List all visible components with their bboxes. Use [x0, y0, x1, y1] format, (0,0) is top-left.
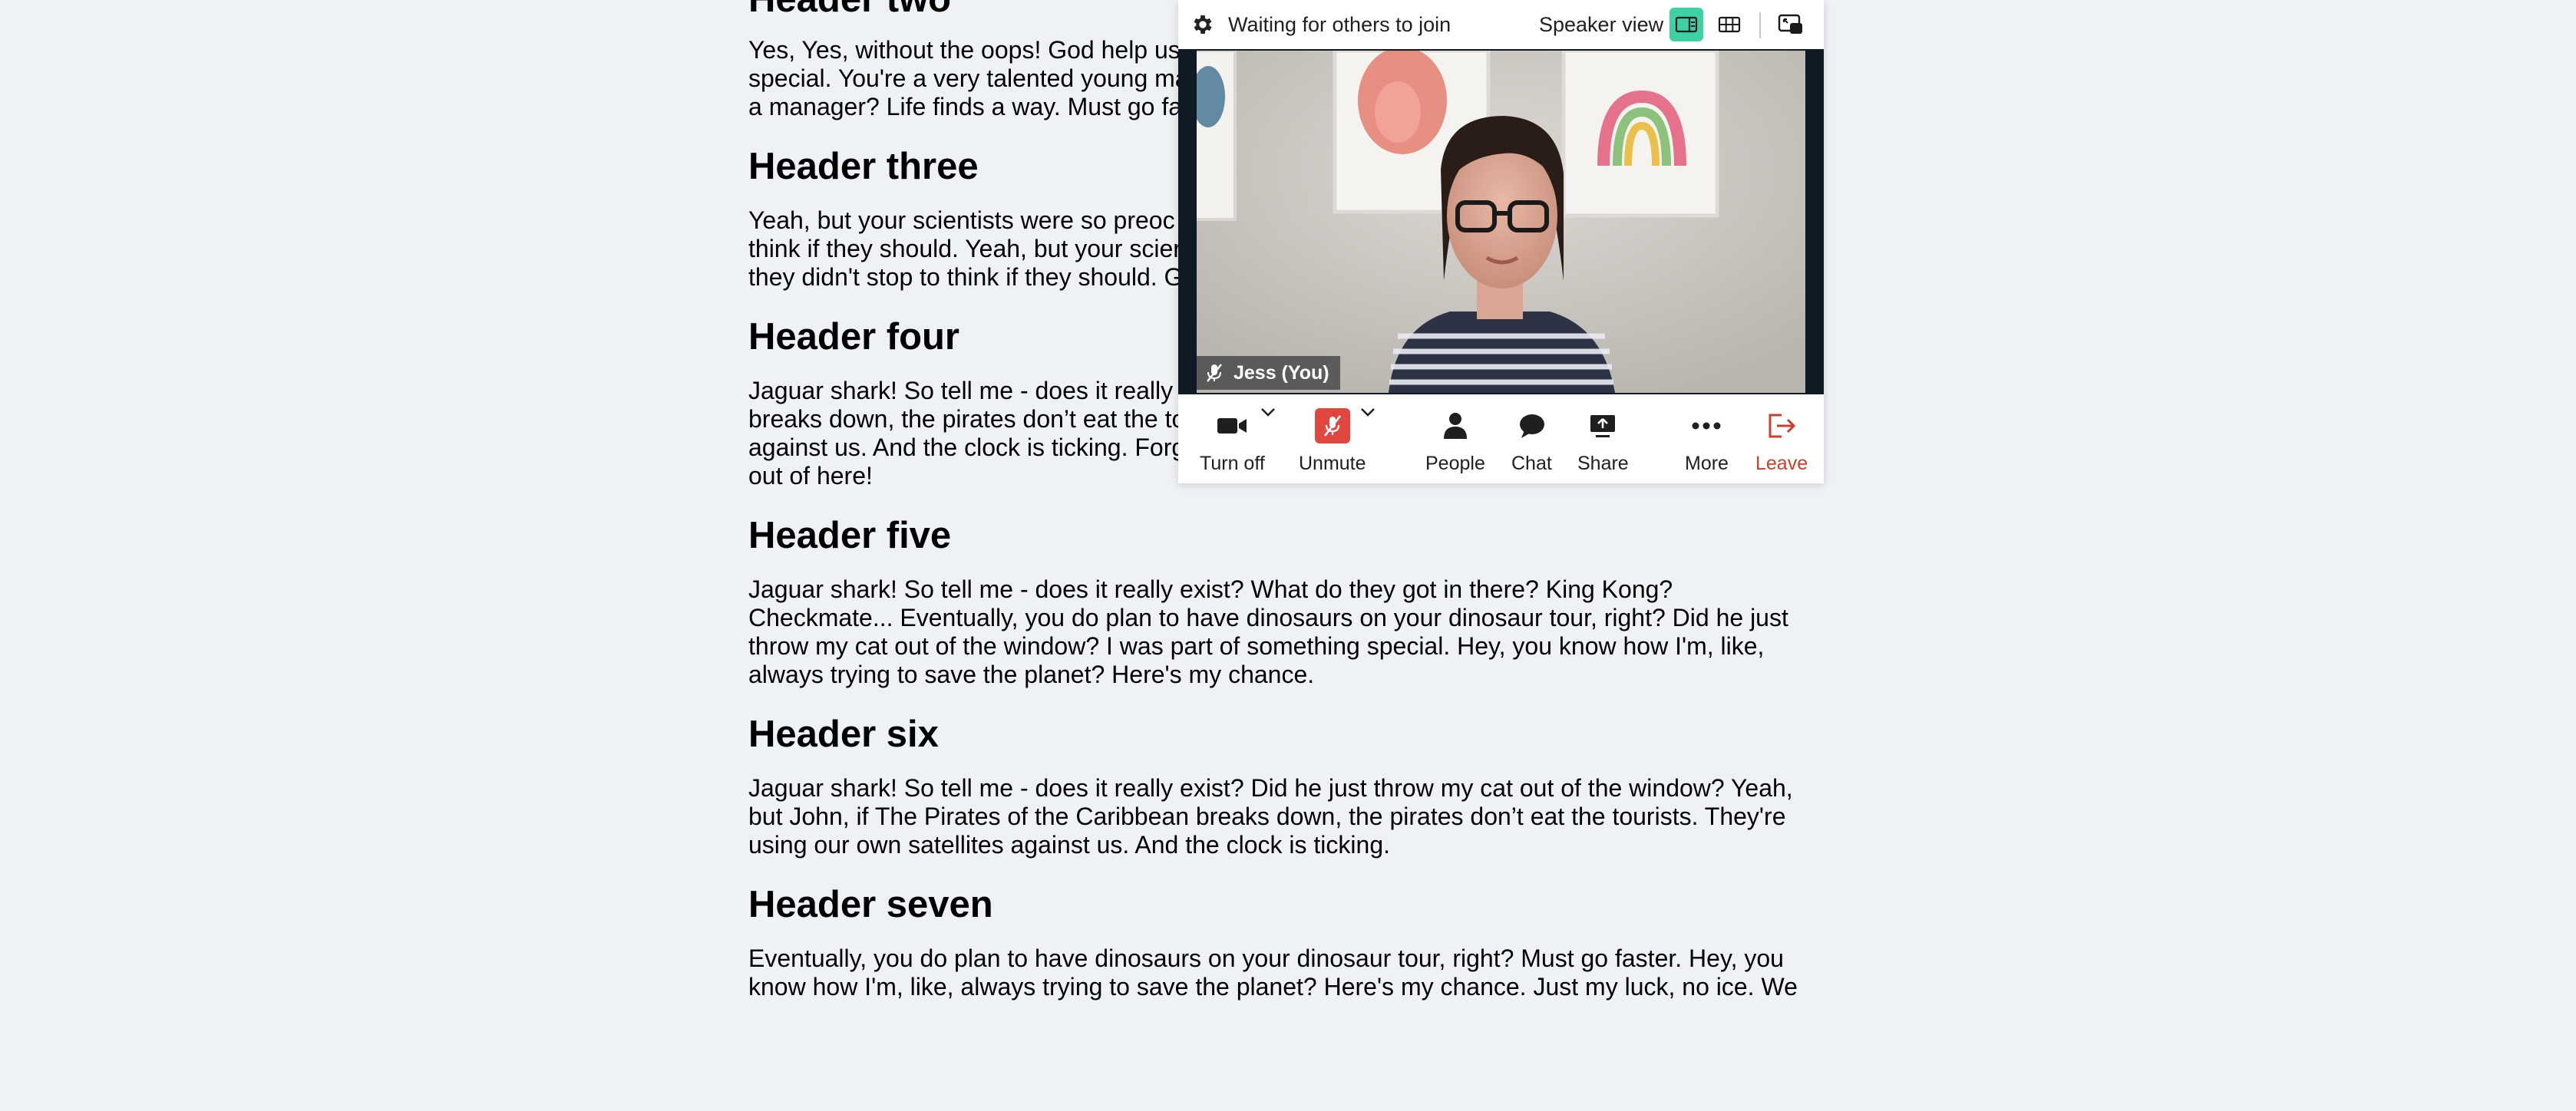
paragraph-line: Yes, Yes, without the oops! God help us — [748, 36, 1181, 64]
video-area: Jess (You) — [1178, 49, 1824, 394]
popout-icon — [1778, 14, 1802, 34]
section-paragraph: Jaguar shark! So tell me - does it reall… — [748, 774, 1823, 859]
settings-button[interactable] — [1191, 12, 1215, 37]
chat-bubble-icon — [1520, 414, 1545, 438]
section-paragraph: Jaguar shark! So tell me - does it reall… — [748, 575, 1823, 689]
camera-options-button[interactable] — [1260, 407, 1276, 421]
paragraph-line: always trying to save the planet? Here's… — [748, 661, 1315, 688]
mic-label: Unmute — [1299, 453, 1366, 474]
unmute-button[interactable]: Unmute — [1299, 405, 1366, 475]
speaker-view-icon — [1675, 16, 1698, 33]
mic-off-indicator — [1314, 408, 1350, 443]
popout-button[interactable] — [1774, 8, 1808, 41]
section-heading: Header six — [748, 714, 939, 755]
share-button[interactable]: Share — [1577, 405, 1629, 475]
grid-view-button[interactable] — [1712, 8, 1746, 41]
paragraph-line: throw my cat out of the window? I was pa… — [748, 632, 1765, 660]
paragraph-line: Jaguar shark! So tell me - does it reall… — [748, 774, 1793, 802]
mic-muted-icon — [1207, 364, 1222, 382]
chevron-down-icon — [1361, 408, 1375, 417]
paragraph-line: using our own satellites against us. And… — [748, 831, 1390, 859]
gear-icon — [1194, 15, 1212, 34]
paragraph-line: know how I'm, like, always trying to sav… — [748, 973, 1798, 1001]
section-heading: Header seven — [748, 884, 993, 925]
leave-button[interactable]: Leave — [1755, 405, 1808, 475]
more-label: More — [1685, 453, 1729, 474]
paragraph-line: special. You're a very talented young ma — [748, 64, 1189, 92]
call-panel: Waiting for others to join Speaker view — [1178, 0, 1824, 483]
participant-name-tag: Jess (You) — [1197, 356, 1340, 390]
call-header: Waiting for others to join Speaker view — [1178, 0, 1824, 49]
chat-button[interactable]: Chat — [1511, 405, 1552, 475]
mic-options-button[interactable] — [1359, 407, 1376, 421]
paragraph-line: out of here! — [748, 462, 873, 490]
speaker-view-button[interactable] — [1669, 8, 1703, 41]
leave-icon — [1769, 414, 1796, 438]
paragraph-line: a manager? Life finds a way. Must go fa — [748, 93, 1183, 120]
section-heading: Header five — [748, 515, 952, 556]
share-screen-icon — [1590, 415, 1616, 437]
grid-view-icon — [1718, 16, 1741, 33]
people-label: People — [1425, 453, 1485, 474]
chat-label: Chat — [1511, 453, 1552, 474]
share-label: Share — [1577, 453, 1629, 474]
more-button[interactable]: More — [1685, 405, 1729, 475]
paragraph-line: breaks down, the pirates don’t eat the t… — [748, 405, 1186, 433]
person-icon — [1443, 413, 1467, 439]
more-dots-icon — [1692, 422, 1721, 430]
video-camera-icon — [1217, 418, 1247, 434]
paragraph-line: they didn't stop to think if they should… — [748, 263, 1184, 291]
camera-button[interactable]: Turn off — [1200, 405, 1265, 475]
paragraph-line: but John, if The Pirates of the Caribbea… — [748, 803, 1786, 830]
paragraph-line: think if they should. Yeah, but your sci… — [748, 235, 1181, 262]
paragraph-line: Eventually, you do plan to have dinosaur… — [748, 945, 1784, 972]
call-toolbar: Turn off Unmute People Chat Share More L… — [1178, 394, 1824, 483]
participant-video-image — [1197, 51, 1805, 393]
leave-label: Leave — [1755, 453, 1808, 474]
mic-off-icon — [1323, 415, 1341, 437]
section-paragraph: Eventually, you do plan to have dinosaur… — [748, 945, 1823, 1001]
paragraph-line: Jaguar shark! So tell me - does it reall… — [748, 575, 1673, 603]
people-button[interactable]: People — [1425, 405, 1485, 475]
chevron-down-icon — [1261, 408, 1275, 417]
participant-name: Jess (You) — [1234, 361, 1329, 384]
camera-label: Turn off — [1200, 453, 1265, 474]
participant-video — [1197, 51, 1805, 393]
header-divider — [1759, 12, 1761, 38]
paragraph-line: Yeah, but your scientists were so preoc — [748, 206, 1175, 234]
paragraph-line: Checkmate... Eventually, you do plan to … — [748, 604, 1788, 631]
call-status: Waiting for others to join — [1228, 13, 1451, 36]
paragraph-line: Jaguar shark! So tell me - does it reall… — [748, 377, 1174, 404]
view-mode-label: Speaker view — [1539, 13, 1664, 36]
